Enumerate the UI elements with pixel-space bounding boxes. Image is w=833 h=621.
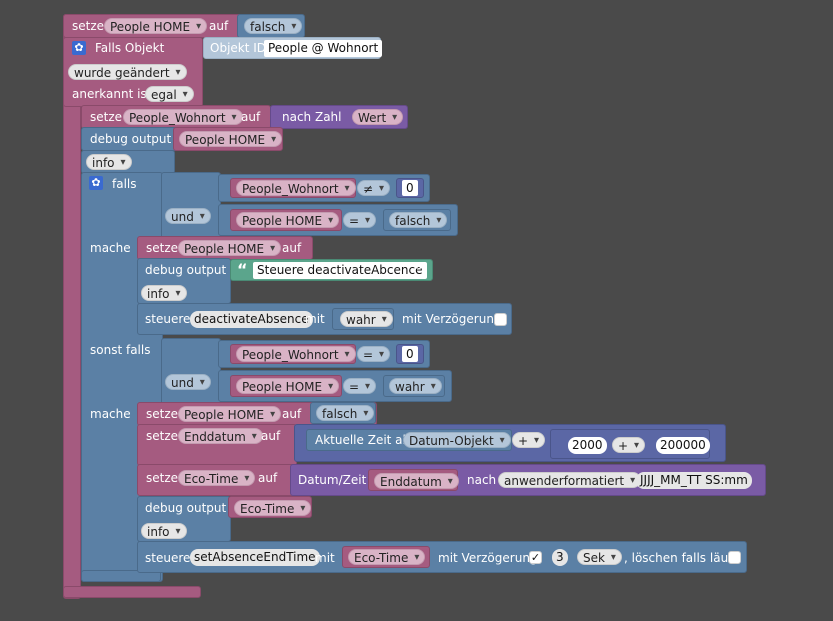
do2-debug-label: debug output xyxy=(145,501,227,515)
do1-steuere-label: steuere xyxy=(145,312,191,326)
do1-setze: setze xyxy=(146,241,179,255)
do2-delay-n[interactable]: 3 xyxy=(552,549,568,566)
do2-n2[interactable]: 200000 xyxy=(656,437,710,454)
do1-level[interactable]: info xyxy=(141,285,187,302)
top-var-dropdown[interactable]: People HOME xyxy=(104,18,208,35)
do2-setze3: setze xyxy=(146,471,179,485)
do2-datum-var[interactable]: Enddatum xyxy=(374,473,459,490)
ack-label: anerkannt ist xyxy=(72,87,152,101)
do2-auf1: auf xyxy=(282,407,302,421)
objekt-id-field[interactable]: People @ Wohnort xyxy=(264,40,383,57)
cond4-var[interactable]: People HOME xyxy=(236,378,340,395)
cond3-num[interactable]: 0 xyxy=(402,346,418,362)
do2-setze1: setze xyxy=(146,407,179,421)
mache1-label: mache xyxy=(90,241,131,255)
do2-debug-var[interactable]: Eco-Time xyxy=(234,500,312,517)
nach-zahl-label: nach Zahl xyxy=(282,110,342,124)
do2-level[interactable]: info xyxy=(141,523,187,540)
top-auf-label: auf xyxy=(209,19,229,33)
do2-delay-checkbox[interactable]: ✓ xyxy=(529,551,542,564)
do2-plus1[interactable]: + xyxy=(512,432,546,449)
cond3-row xyxy=(161,338,221,408)
if-gear-icon[interactable]: ✿ xyxy=(89,176,103,190)
set-wohnort-var[interactable]: People_Wohnort xyxy=(123,109,243,126)
set-wohnort-auf: auf xyxy=(241,110,261,124)
do2-auf3: auf xyxy=(258,471,278,485)
debug1-level[interactable]: info xyxy=(86,154,132,171)
do2-loeschen-checkbox[interactable] xyxy=(728,551,741,564)
cond2-val[interactable]: falsch xyxy=(389,212,448,229)
do1-mit: mit xyxy=(305,312,325,326)
cond1-var[interactable]: People_Wohnort xyxy=(236,180,356,197)
do2-loeschen: , löschen falls läuft xyxy=(624,551,737,565)
settings-gear-icon[interactable]: ✿ xyxy=(72,41,86,55)
do2-setze2: setze xyxy=(146,429,179,443)
do2-format[interactable]: JJJJ_MM_TT SS:mm xyxy=(636,472,752,489)
do1-debug-label: debug output xyxy=(145,263,227,277)
cond4-op[interactable]: = xyxy=(343,378,377,395)
sonst-falls-label: sonst falls xyxy=(90,343,151,357)
do2-var1[interactable]: People HOME xyxy=(178,406,282,423)
und1-dropdown[interactable]: und xyxy=(165,208,211,225)
cond2-op[interactable]: = xyxy=(343,212,377,229)
mache2-label: mache xyxy=(90,407,131,421)
do1-delay-label: mit Verzögerung xyxy=(402,312,502,326)
do2-var2[interactable]: Enddatum xyxy=(178,428,263,445)
ack-dropdown[interactable]: egal xyxy=(145,86,194,103)
do2-target[interactable]: setAbsenceEndTime xyxy=(190,549,320,566)
debug1-label: debug output xyxy=(90,132,172,146)
do2-steuere-label: steuere xyxy=(145,551,191,565)
cond4-val[interactable]: wahr xyxy=(389,378,442,395)
do2-delay-label: mit Verzögerung xyxy=(438,551,538,565)
wert-dropdown[interactable]: Wert xyxy=(352,109,404,126)
cond1-num[interactable]: 0 xyxy=(402,180,418,196)
do2-format-mode[interactable]: anwenderformatiert xyxy=(498,472,642,489)
do2-var3[interactable]: Eco-Time xyxy=(178,470,256,487)
do1-debug-text[interactable]: Steuere deactivateAbcence xyxy=(253,262,427,279)
open-quote-icon: “ xyxy=(237,260,248,279)
top-value-dropdown[interactable]: falsch xyxy=(244,18,303,35)
do2-unit[interactable]: Sek xyxy=(577,549,622,566)
cond2-var[interactable]: People HOME xyxy=(236,212,340,229)
do2-zeit-label: Aktuelle Zeit als xyxy=(315,433,413,447)
do2-mit: mit xyxy=(315,551,335,565)
cond1-row xyxy=(161,172,221,242)
close-quote-icon: ” xyxy=(414,260,425,279)
do2-n1[interactable]: 2000 xyxy=(568,437,607,454)
do2-val1[interactable]: falsch xyxy=(316,405,375,422)
changed-mode-dropdown[interactable]: wurde geändert xyxy=(68,64,187,81)
cond3-op[interactable]: = xyxy=(357,346,391,363)
do1-value[interactable]: wahr xyxy=(340,311,393,328)
falls-label: falls xyxy=(112,177,137,191)
do2-var4[interactable]: Eco-Time xyxy=(348,549,426,566)
do2-plus2[interactable]: + xyxy=(612,437,646,454)
do2-auf2: auf xyxy=(261,429,281,443)
do2-nach-label: nach xyxy=(467,473,497,487)
cond1-op[interactable]: ≠ xyxy=(357,180,391,197)
set-wohnort-setze: setze xyxy=(90,110,123,124)
do1-var[interactable]: People HOME xyxy=(178,240,282,257)
cond3-var[interactable]: People_Wohnort xyxy=(236,346,356,363)
do1-auf: auf xyxy=(282,241,302,255)
do1-delay-checkbox[interactable] xyxy=(494,313,507,326)
top-setze-label: setze xyxy=(72,19,105,33)
do2-datum-label: Datum/Zeit xyxy=(298,473,367,487)
objekt-id-label: Objekt ID xyxy=(210,41,267,55)
outer-event-bottom xyxy=(63,586,201,598)
debug1-var[interactable]: People HOME xyxy=(179,131,283,148)
und2-dropdown[interactable]: und xyxy=(165,374,211,391)
falls-objekt-label: Falls Objekt xyxy=(95,41,165,55)
do2-zeit-fmt[interactable]: Datum-Objekt xyxy=(403,432,511,449)
do1-target[interactable]: deactivateAbsence xyxy=(190,311,313,328)
